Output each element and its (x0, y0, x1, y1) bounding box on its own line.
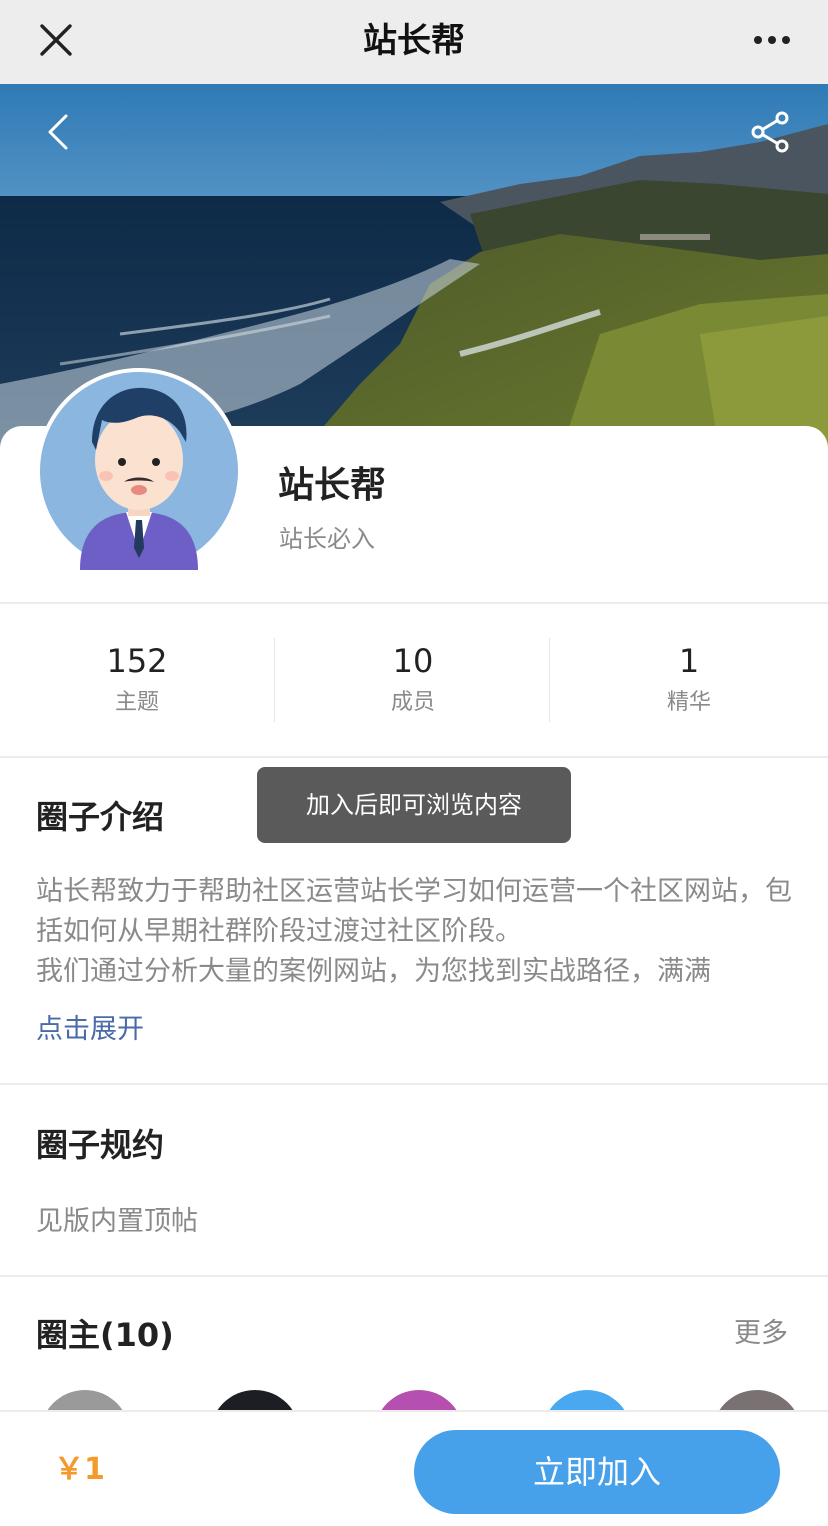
owner-avatar[interactable] (210, 1390, 300, 1412)
stat-label: 成员 (390, 690, 435, 715)
owners-avatar-row (0, 1390, 828, 1412)
share-icon[interactable] (748, 110, 792, 154)
intro-text: 站长帮致力于帮助社区运营站长学习如何运营一个社区网站，包括如何从早期社群阶段过渡… (36, 872, 796, 992)
stat-topics[interactable]: 152 主题 (0, 638, 274, 720)
rules-title: 圈子规约 (36, 1126, 165, 1164)
stat-value: 1 (678, 642, 700, 680)
intro-paragraph: 站长帮致力于帮助社区运营站长学习如何运营一个社区网站，包括如何从早期社群阶段过渡… (36, 876, 792, 987)
stat-value: 10 (392, 642, 434, 680)
top-nav-bar: 站长帮 (0, 0, 828, 84)
intro-title: 圈子介绍 (36, 798, 165, 836)
group-avatar (36, 368, 242, 574)
join-button[interactable]: 立即加入 (414, 1430, 780, 1514)
owner-avatar[interactable] (374, 1390, 464, 1412)
stats-row: 152 主题 10 成员 1 精华 (0, 606, 828, 756)
chevron-left-icon[interactable] (38, 110, 78, 154)
more-dots-icon[interactable] (748, 22, 796, 58)
owners-title: 圈主(10) (36, 1316, 174, 1354)
divider (0, 1275, 828, 1277)
bottom-action-bar: ￥1 立即加入 (0, 1410, 828, 1526)
stat-featured[interactable]: 1 精华 (552, 638, 826, 720)
stat-label: 主题 (114, 690, 159, 715)
group-name: 站长帮 (278, 465, 387, 506)
stat-members[interactable]: 10 成员 (276, 638, 550, 720)
stat-separator (549, 638, 550, 722)
nav-title: 站长帮 (363, 21, 465, 61)
expand-link[interactable]: 点击展开 (36, 1010, 144, 1050)
toast-message: 加入后即可浏览内容 (257, 767, 571, 843)
avatar-illustration (40, 372, 238, 570)
divider (0, 1083, 828, 1085)
stat-value: 152 (106, 642, 168, 680)
group-subtitle: 站长必入 (279, 525, 375, 553)
owners-more-link[interactable]: 更多 (734, 1314, 788, 1354)
owner-avatar[interactable] (712, 1390, 802, 1412)
divider (0, 602, 828, 604)
rules-text: 见版内置顶帖 (36, 1206, 198, 1237)
stat-label: 精华 (666, 690, 711, 715)
join-price: ￥1 (54, 1452, 105, 1487)
owner-avatar[interactable] (40, 1390, 130, 1412)
stat-separator (274, 638, 275, 722)
owner-avatar[interactable] (542, 1390, 632, 1412)
divider (0, 756, 828, 758)
